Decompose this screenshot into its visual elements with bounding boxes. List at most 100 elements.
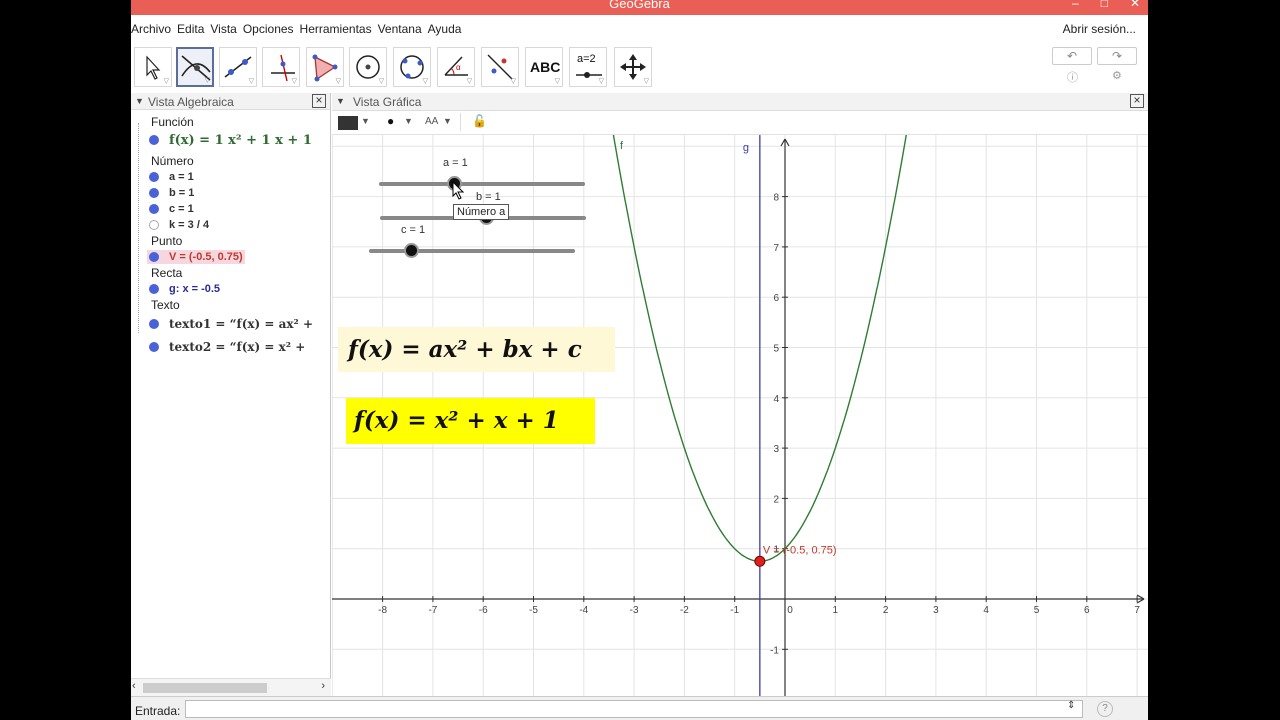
algebra-item-k[interactable]: k = 3 / 4 [149, 218, 209, 232]
algebra-item-b[interactable]: b = 1 [149, 186, 194, 200]
x-tick-label: 0 [787, 605, 793, 616]
hidden-dot-icon[interactable] [149, 220, 159, 230]
visibility-dot-icon[interactable] [149, 252, 159, 262]
svg-text:α: α [456, 63, 461, 72]
visibility-dot-icon[interactable] [149, 188, 159, 198]
item-g-text: g: x = -0.5 [169, 283, 221, 295]
minimize-icon[interactable]: – [1072, 0, 1079, 10]
settings-gear-icon[interactable]: ⚙ [1112, 69, 1122, 82]
chevron-down-icon[interactable]: ▼ [404, 116, 413, 126]
panel-caret-icon[interactable]: ▼ [336, 96, 345, 106]
algebra-item-v[interactable]: V = (-0.5, 0.75) [147, 250, 245, 264]
algebra-item-f[interactable]: f(x) = 1 x² + 1 x + 1 [149, 132, 312, 148]
slider-c-track[interactable] [369, 249, 575, 253]
menu-edita[interactable]: Edita [177, 22, 204, 36]
close-algebra-view-button[interactable]: × [312, 94, 326, 108]
formula-specific-box[interactable]: f(x) = x² + x + 1 [346, 398, 595, 444]
formula-general-box[interactable]: f(x) = ax² + bx + c [338, 327, 615, 372]
y-tick-label: 7 [773, 243, 779, 254]
visibility-dot-icon[interactable] [149, 172, 159, 182]
visibility-dot-icon[interactable] [149, 284, 159, 294]
toolbar: ▽ ▽ ▽ ▽ ▽ ▽ ▽ α ▽ ▽ ABC ▽ a=2 ▽ ▽ ↶ ↷ ⓘ … [131, 43, 1148, 93]
function-inspector-tool-button[interactable]: ▽ [176, 47, 214, 87]
text-tool-button[interactable]: ABC ▽ [525, 47, 563, 87]
visibility-dot-icon[interactable] [149, 319, 159, 329]
menu-ventana[interactable]: Ventana [378, 22, 422, 36]
close-icon[interactable]: ✕ [1130, 0, 1140, 10]
graphics-view-title: Vista Gráfica [353, 95, 422, 109]
x-tick-label: -3 [630, 605, 639, 616]
circle-tool-button[interactable]: ▽ [349, 47, 387, 87]
slider-a-track[interactable] [379, 182, 585, 186]
algebra-horizontal-scrollbar[interactable]: ‹ › [131, 678, 331, 696]
font-size-button[interactable]: AA [425, 116, 438, 127]
slider-a-label: a = 1 [443, 157, 468, 169]
line-tool-button[interactable]: ▽ [219, 47, 257, 87]
formula-specific-text: f(x) = x² + x + 1 [354, 407, 559, 434]
help-icon[interactable]: ⓘ [1067, 69, 1078, 85]
geogebra-window: GeoGebra – □ ✕ Archivo Edita Vista Opcio… [131, 0, 1148, 720]
maximize-icon[interactable]: □ [1101, 0, 1108, 10]
chevron-down-icon[interactable]: ▼ [361, 116, 370, 126]
point-style-icon[interactable]: ● [387, 114, 394, 128]
group-funcion: Función [151, 115, 194, 129]
signin-link[interactable]: Abrir sesión... [1063, 22, 1136, 36]
algebra-item-texto2[interactable]: texto2 = “f(x) = x² + [149, 340, 305, 354]
group-texto: Texto [151, 298, 180, 312]
algebra-item-texto1[interactable]: texto1 = “f(x) = ax² + [149, 317, 313, 331]
visibility-dot-icon[interactable] [149, 204, 159, 214]
point-v[interactable] [754, 555, 766, 567]
graphics-view: ▼ Vista Gráfica × ▼ ● ▼ AA ▼ 🔓 -8 -7 -6 -5 -… [332, 93, 1148, 696]
graphics-style-bar: ▼ ● ▼ AA ▼ 🔓 [332, 111, 1148, 135]
input-spinner-icon[interactable]: ⇕ [1067, 700, 1075, 711]
color-swatch-button[interactable] [338, 116, 358, 130]
input-field[interactable] [185, 700, 1083, 718]
scroll-right-icon[interactable]: › [321, 680, 325, 692]
visibility-dot-icon[interactable] [149, 342, 159, 352]
move-tool-button[interactable]: ▽ [134, 47, 172, 87]
y-tick-label: 8 [773, 193, 779, 204]
visibility-dot-icon[interactable] [149, 135, 159, 145]
item-v-text: V = (-0.5, 0.75) [169, 251, 243, 263]
x-tick-label: -6 [479, 605, 488, 616]
item-texto1-text: texto1 = “f(x) = ax² + [169, 317, 314, 331]
input-bar: Entrada: ⇕ ? [131, 696, 1148, 720]
slider-tool-button[interactable]: a=2 ▽ [569, 47, 607, 87]
perpendicular-tool-button[interactable]: ▽ [262, 47, 300, 87]
panel-caret-icon[interactable]: ▼ [135, 96, 144, 106]
menu-ayuda[interactable]: Ayuda [428, 22, 462, 36]
algebra-item-g[interactable]: g: x = -0.5 [149, 282, 220, 296]
input-help-icon[interactable]: ? [1097, 701, 1113, 717]
chevron-down-icon[interactable]: ▼ [443, 116, 452, 126]
divider [460, 113, 461, 131]
y-tick-label: 4 [773, 394, 779, 405]
algebra-item-a[interactable]: a = 1 [149, 170, 194, 184]
algebra-item-c[interactable]: c = 1 [149, 202, 194, 216]
menu-archivo[interactable]: Archivo [131, 22, 171, 36]
polygon-tool-button[interactable]: ▽ [306, 47, 344, 87]
group-recta: Recta [151, 266, 183, 280]
move-view-tool-button[interactable]: ▽ [614, 47, 652, 87]
menu-vista[interactable]: Vista [210, 22, 236, 36]
slider-c-handle[interactable] [404, 243, 419, 258]
menu-opciones[interactable]: Opciones [243, 22, 294, 36]
y-tick-label: 2 [773, 494, 779, 505]
lock-icon[interactable]: 🔓 [472, 114, 487, 128]
item-f-text: f(x) = 1 x² + 1 x + 1 [169, 132, 312, 148]
angle-tool-button[interactable]: α ▽ [437, 47, 475, 87]
circle-3pts-tool-button[interactable]: ▽ [393, 47, 431, 87]
y-tick-label: -1 [770, 645, 779, 656]
x-tick-label: -5 [529, 605, 538, 616]
menu-herramientas[interactable]: Herramientas [300, 22, 372, 36]
close-graphics-view-button[interactable]: × [1130, 94, 1144, 108]
group-punto: Punto [151, 234, 183, 248]
reflect-tool-button[interactable]: ▽ [481, 47, 519, 87]
algebra-view-title: Vista Algebraica [148, 95, 234, 109]
undo-button[interactable]: ↶ [1052, 47, 1092, 65]
x-tick-label: 1 [833, 605, 839, 616]
scroll-left-icon[interactable]: ‹ [132, 680, 136, 692]
scrollbar-thumb[interactable] [143, 683, 267, 693]
redo-button[interactable]: ↷ [1097, 47, 1137, 65]
item-a-text: a = 1 [169, 171, 194, 183]
slider-tooltip: Número a [453, 204, 510, 220]
